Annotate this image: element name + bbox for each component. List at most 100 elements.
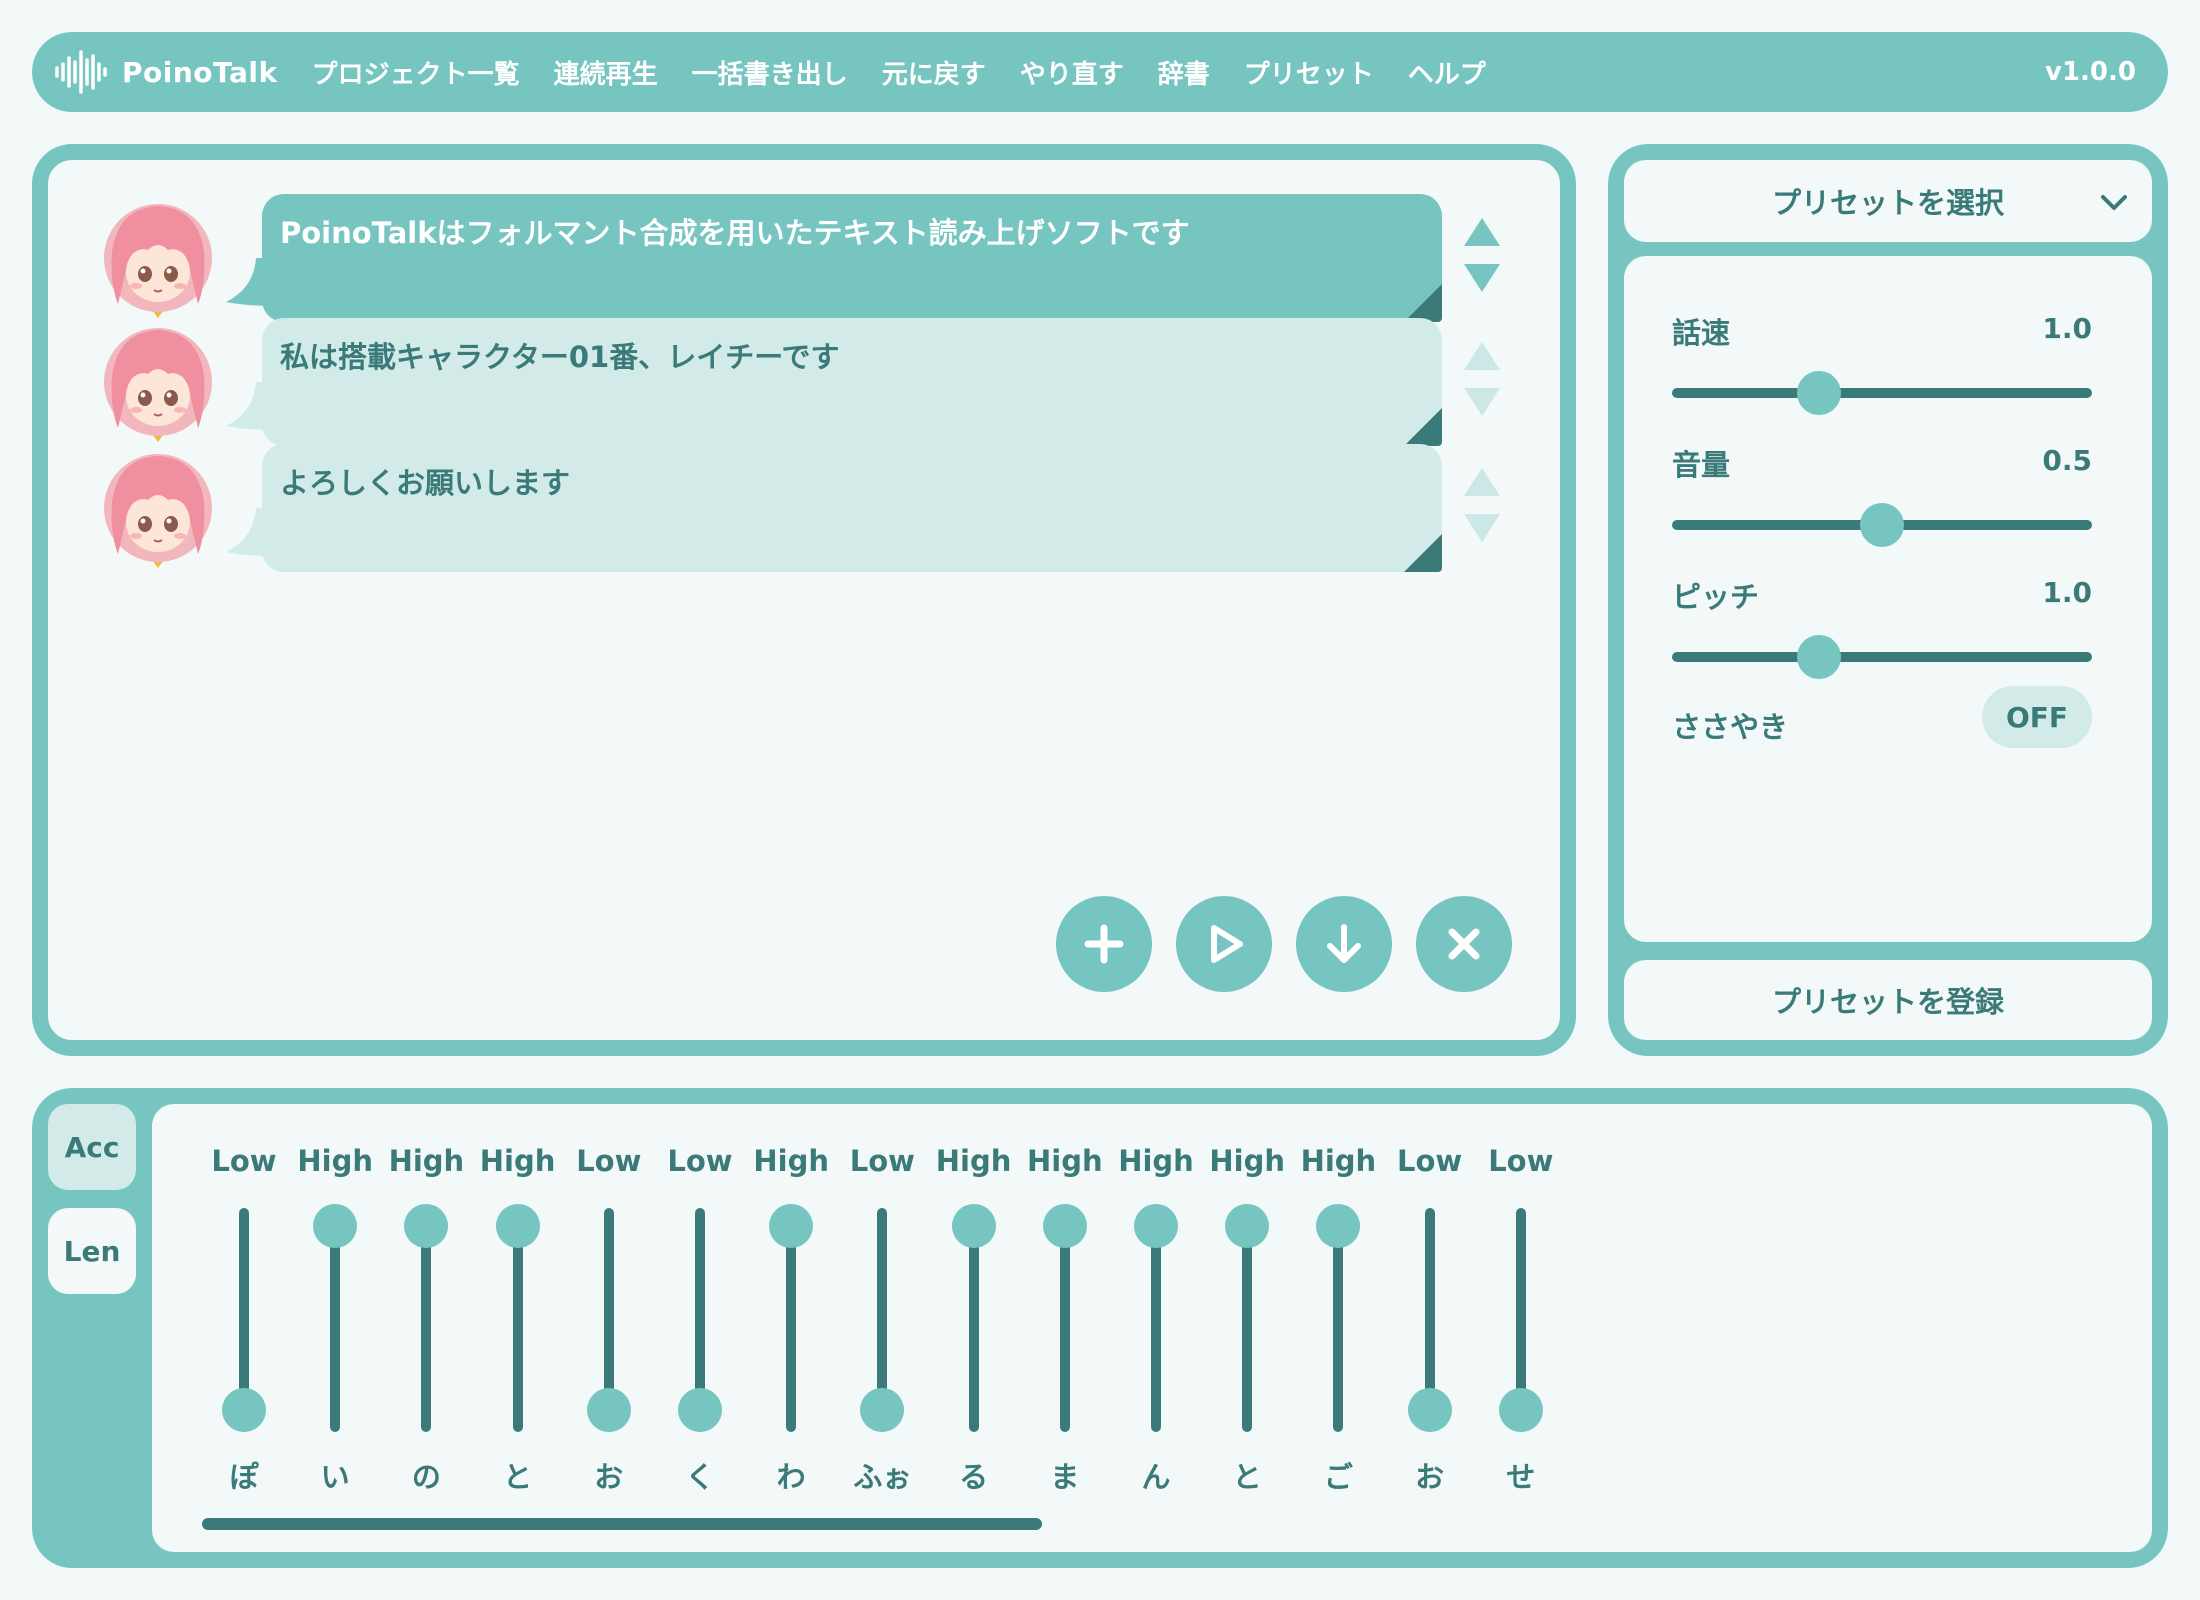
waveform-icon bbox=[54, 50, 108, 94]
accent-slider[interactable] bbox=[860, 1208, 905, 1432]
accent-slider[interactable] bbox=[678, 1208, 722, 1432]
volume-label: 音量 bbox=[1672, 448, 1731, 482]
mora-char: る bbox=[959, 1460, 989, 1494]
accent-level-label: Low bbox=[1396, 1144, 1463, 1178]
accent-slider-knob[interactable] bbox=[313, 1204, 358, 1248]
move-down-icon[interactable] bbox=[1464, 388, 1500, 416]
chevron-down-icon bbox=[2101, 195, 2127, 210]
accent-slider-knob[interactable] bbox=[769, 1204, 814, 1248]
menu-project-list[interactable]: プロジェクト一覧 bbox=[312, 54, 520, 91]
speed-slider[interactable] bbox=[1672, 371, 2092, 415]
accent-slider[interactable] bbox=[495, 1204, 540, 1432]
talk-row[interactable]: 私は搭載キャラクター01番、レイチーです bbox=[98, 318, 1500, 446]
accent-slider[interactable] bbox=[1316, 1204, 1361, 1432]
bubble-resize-corner bbox=[1404, 284, 1442, 322]
speed-value: 1.0 bbox=[2042, 312, 2092, 345]
menu-redo[interactable]: やり直す bbox=[1020, 54, 1124, 91]
move-up-icon[interactable] bbox=[1464, 468, 1500, 496]
accent-slider-knob[interactable] bbox=[1134, 1204, 1178, 1248]
talk-text-bubble[interactable]: PoinoTalkはフォルマント合成を用いたテキスト読み上げソフトです bbox=[262, 194, 1442, 322]
accent-slider[interactable] bbox=[951, 1204, 996, 1432]
accent-level-label: Low bbox=[1488, 1144, 1554, 1178]
talk-text[interactable]: 私は搭載キャラクター01番、レイチーです bbox=[280, 340, 839, 374]
mora-column: High の bbox=[376, 1104, 476, 1552]
preset-select-dropdown[interactable]: プリセットを選択 bbox=[1624, 160, 2152, 242]
menu-preset[interactable]: プリセット bbox=[1244, 54, 1374, 91]
accent-slider[interactable] bbox=[1225, 1204, 1270, 1432]
whisper-toggle[interactable]: OFF bbox=[1982, 686, 2092, 748]
accent-panel: Acc Len Low ぽ High い High の High と Low お… bbox=[32, 1088, 2168, 1568]
mora-column: Low お bbox=[559, 1104, 659, 1552]
accent-slider-knob[interactable] bbox=[678, 1388, 722, 1432]
export-button[interactable] bbox=[1296, 896, 1392, 992]
speed-slider-knob[interactable] bbox=[1797, 371, 1841, 415]
preset-register-button[interactable]: プリセットを登録 bbox=[1624, 960, 2152, 1040]
accent-level-label: High bbox=[1118, 1144, 1194, 1178]
move-down-icon[interactable] bbox=[1464, 514, 1500, 542]
move-up-icon[interactable] bbox=[1464, 342, 1500, 370]
talk-text[interactable]: よろしくお願いします bbox=[280, 466, 570, 500]
horizontal-scrollbar[interactable] bbox=[202, 1518, 1042, 1530]
menu-bulk-export[interactable]: 一括書き出し bbox=[692, 54, 848, 91]
tab-accent[interactable]: Acc bbox=[48, 1104, 136, 1190]
accent-editor: Low ぽ High い High の High と Low お Low く H… bbox=[152, 1104, 2152, 1552]
talk-row[interactable]: PoinoTalkはフォルマント合成を用いたテキスト読み上げソフトです bbox=[98, 194, 1500, 322]
accent-level-label: High bbox=[935, 1144, 1012, 1178]
accent-slider-knob[interactable] bbox=[1407, 1388, 1452, 1432]
character-avatar[interactable] bbox=[98, 450, 218, 570]
accent-slider-knob[interactable] bbox=[951, 1204, 996, 1248]
move-up-icon[interactable] bbox=[1464, 218, 1500, 246]
talk-text-bubble[interactable]: よろしくお願いします bbox=[262, 444, 1442, 572]
accent-slider-knob[interactable] bbox=[860, 1388, 905, 1432]
accent-slider-knob[interactable] bbox=[1316, 1204, 1361, 1248]
accent-slider[interactable] bbox=[404, 1204, 449, 1432]
accent-slider[interactable] bbox=[1134, 1204, 1178, 1432]
pitch-slider[interactable] bbox=[1672, 635, 2092, 679]
accent-slider[interactable] bbox=[586, 1208, 631, 1432]
accent-slider[interactable] bbox=[1498, 1208, 1543, 1432]
accent-slider[interactable] bbox=[769, 1204, 814, 1432]
menu-continuous-play[interactable]: 連続再生 bbox=[554, 54, 658, 91]
menu-help[interactable]: ヘルプ bbox=[1408, 54, 1486, 91]
accent-level-label: High bbox=[1026, 1144, 1103, 1178]
character-avatar[interactable] bbox=[98, 324, 218, 444]
accent-slider-knob[interactable] bbox=[1498, 1388, 1543, 1432]
accent-slider-knob[interactable] bbox=[222, 1388, 266, 1432]
accent-slider-knob[interactable] bbox=[586, 1388, 631, 1432]
mora-char: わ bbox=[776, 1460, 806, 1494]
mora-char: ご bbox=[1323, 1460, 1353, 1494]
menu-undo[interactable]: 元に戻す bbox=[882, 54, 986, 91]
volume-slider[interactable] bbox=[1672, 503, 2092, 547]
play-button[interactable] bbox=[1176, 896, 1272, 992]
talk-text-bubble[interactable]: 私は搭載キャラクター01番、レイチーです bbox=[262, 318, 1442, 446]
pitch-slider-knob[interactable] bbox=[1797, 635, 1841, 679]
speed-label: 話速 bbox=[1672, 316, 1731, 350]
accent-slider[interactable] bbox=[1407, 1208, 1452, 1432]
mora-char: ふぉ bbox=[853, 1460, 912, 1494]
mora-char: と bbox=[1232, 1460, 1262, 1494]
talk-text[interactable]: PoinoTalkはフォルマント合成を用いたテキスト読み上げソフトです bbox=[280, 216, 1190, 250]
accent-slider[interactable] bbox=[313, 1204, 358, 1432]
delete-button[interactable] bbox=[1416, 896, 1512, 992]
tab-length[interactable]: Len bbox=[48, 1208, 136, 1294]
menu-dictionary[interactable]: 辞書 bbox=[1158, 54, 1210, 91]
accent-slider[interactable] bbox=[1042, 1204, 1087, 1432]
mora-char: ま bbox=[1050, 1460, 1080, 1494]
accent-slider-knob[interactable] bbox=[495, 1204, 540, 1248]
accent-level-label: High bbox=[753, 1144, 829, 1178]
row-order-controls bbox=[1462, 464, 1502, 554]
mora-char: く bbox=[685, 1460, 715, 1494]
accent-slider-knob[interactable] bbox=[1042, 1204, 1087, 1248]
character-avatar[interactable] bbox=[98, 200, 218, 320]
accent-slider-knob[interactable] bbox=[1225, 1204, 1270, 1248]
volume-slider-knob[interactable] bbox=[1860, 503, 1904, 547]
accent-slider-knob[interactable] bbox=[404, 1204, 449, 1248]
accent-slider[interactable] bbox=[222, 1208, 266, 1432]
volume-value: 0.5 bbox=[2042, 444, 2092, 477]
add-row-button[interactable] bbox=[1056, 896, 1152, 992]
talk-row[interactable]: よろしくお願いします bbox=[98, 444, 1500, 572]
mora-char: と bbox=[503, 1460, 533, 1494]
pitch-label: ピッチ bbox=[1672, 580, 1760, 614]
mora-column: High と bbox=[1197, 1104, 1297, 1552]
move-down-icon[interactable] bbox=[1464, 264, 1500, 292]
